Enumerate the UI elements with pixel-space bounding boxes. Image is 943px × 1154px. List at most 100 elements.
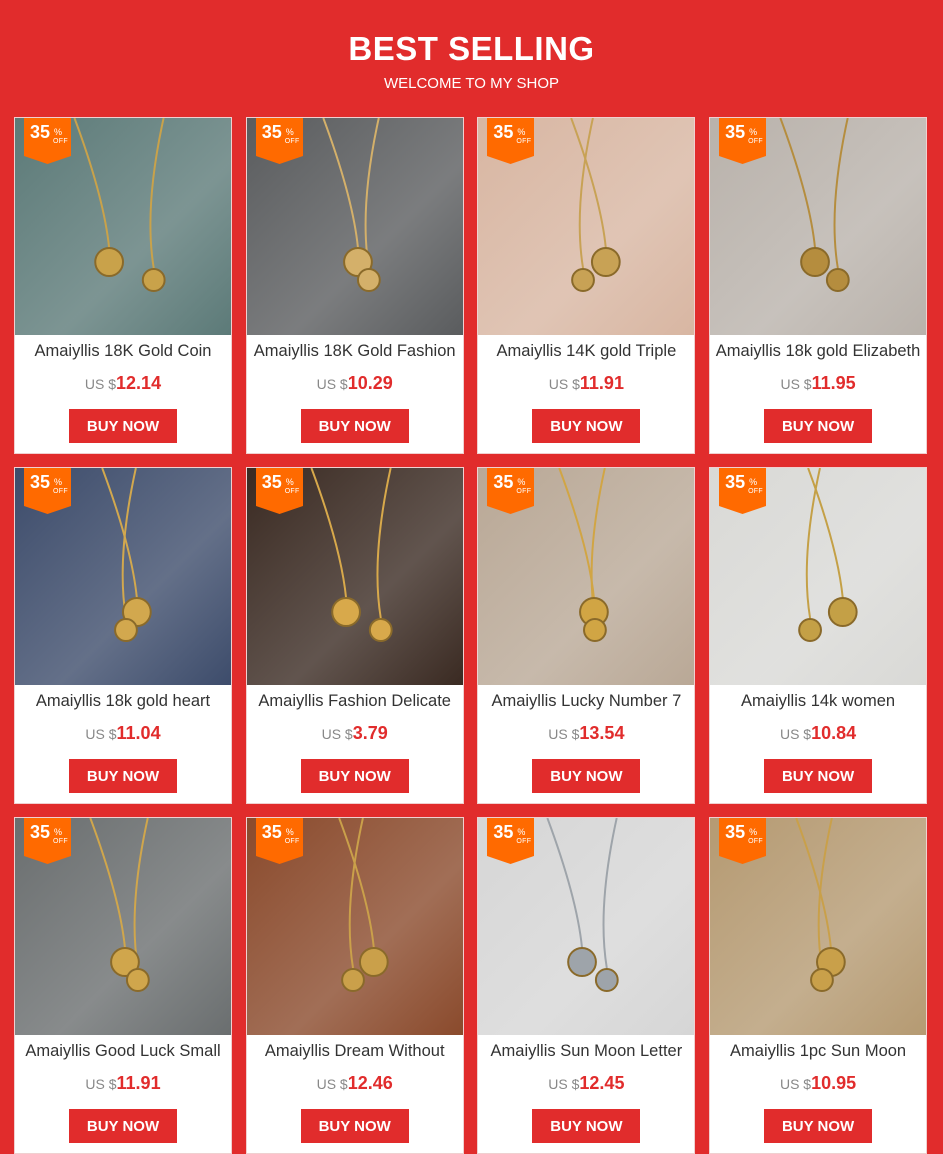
currency-label: US $ xyxy=(85,726,117,742)
product-card[interactable]: 35 % OFF Amaiyllis 1pc Sun Moon US $10.9… xyxy=(709,817,928,1154)
discount-off-label: OFF xyxy=(748,138,763,145)
discount-off-label: OFF xyxy=(284,838,300,845)
discount-percent: 35 xyxy=(493,472,514,492)
product-name[interactable]: Amaiyllis Lucky Number 7 xyxy=(478,690,694,712)
product-image[interactable]: 35 % OFF xyxy=(15,818,231,1035)
discount-percent: 35 xyxy=(493,122,514,142)
product-price: US $12.46 xyxy=(247,1071,463,1095)
product-card[interactable]: 35 % OFF Amaiyllis 14K gold Triple US $1… xyxy=(477,117,696,454)
product-price: US $10.29 xyxy=(247,371,463,395)
discount-percent: 35 xyxy=(30,472,51,492)
product-image[interactable]: 35 % OFF xyxy=(15,468,231,685)
buy-now-button[interactable]: BUY NOW xyxy=(300,409,409,443)
discount-percent: 35 xyxy=(30,822,51,842)
product-card[interactable]: 35 % OFF Amaiyllis Sun Moon Letter US $1… xyxy=(477,817,696,1154)
discount-badge: 35 % OFF xyxy=(255,818,303,864)
currency-label: US $ xyxy=(548,726,580,742)
discount-off-label: OFF xyxy=(284,488,300,495)
product-name[interactable]: Amaiyllis 14K gold Triple xyxy=(478,340,694,362)
buy-now-button[interactable]: BUY NOW xyxy=(532,1109,641,1143)
product-name[interactable]: Amaiyllis 18K Gold Fashion xyxy=(247,340,463,362)
product-price: US $12.14 xyxy=(15,371,231,395)
product-price: US $11.04 xyxy=(15,721,231,745)
discount-badge: 35 % OFF xyxy=(24,468,71,514)
product-name[interactable]: Amaiyllis Sun Moon Letter xyxy=(478,1040,694,1062)
product-price: US $10.95 xyxy=(710,1071,926,1095)
product-card[interactable]: 35 % OFF Amaiyllis 18K Gold Fashion US $… xyxy=(245,117,464,454)
currency-label: US $ xyxy=(316,376,348,392)
product-price: US $11.95 xyxy=(710,371,926,395)
page-title: BEST SELLING xyxy=(348,30,595,67)
product-image[interactable]: 35 % OFF xyxy=(710,818,927,1035)
product-name[interactable]: Amaiyllis 1pc Sun Moon xyxy=(710,1040,926,1062)
buy-now-button[interactable]: BUY NOW xyxy=(532,759,641,793)
percent-symbol: % xyxy=(54,827,63,837)
discount-badge: 35 % OFF xyxy=(24,818,71,864)
price-amount: 11.95 xyxy=(811,373,856,393)
buy-now-button[interactable]: BUY NOW xyxy=(69,409,177,443)
product-card[interactable]: 35 % OFF Amaiyllis Good Luck Small US $1… xyxy=(14,817,232,1154)
buy-now-button[interactable]: BUY NOW xyxy=(764,759,873,793)
percent-symbol: % xyxy=(517,477,526,487)
buy-now-button[interactable]: BUY NOW xyxy=(300,759,409,793)
buy-now-button[interactable]: BUY NOW xyxy=(764,1109,873,1143)
product-price: US $12.45 xyxy=(478,1071,694,1095)
price-amount: 11.91 xyxy=(116,1073,161,1093)
product-card[interactable]: 35 % OFF Amaiyllis 18k gold Elizabeth US… xyxy=(709,117,928,454)
discount-percent: 35 xyxy=(725,122,746,142)
product-image[interactable]: 35 % OFF xyxy=(15,118,231,335)
product-name[interactable]: Amaiyllis 18k gold heart xyxy=(15,690,231,712)
product-card[interactable]: 35 % OFF Amaiyllis 18K Gold Coin US $12.… xyxy=(14,117,232,454)
discount-percent: 35 xyxy=(493,822,514,842)
percent-symbol: % xyxy=(54,477,63,487)
buy-now-button[interactable]: BUY NOW xyxy=(69,1109,177,1143)
buy-now-button[interactable]: BUY NOW xyxy=(532,409,641,443)
currency-label: US $ xyxy=(316,1076,348,1092)
discount-off-label: OFF xyxy=(284,138,300,145)
product-name[interactable]: Amaiyllis 18k gold Elizabeth xyxy=(710,340,926,362)
product-card[interactable]: 35 % OFF Amaiyllis 14k women US $10.84 B… xyxy=(709,467,928,804)
page-subtitle: WELCOME TO MY SHOP xyxy=(383,75,560,92)
buy-now-button[interactable]: BUY NOW xyxy=(69,759,177,793)
discount-off-label: OFF xyxy=(748,838,763,845)
product-image[interactable]: 35 % OFF xyxy=(246,818,463,1035)
discount-badge: 35 % OFF xyxy=(255,118,303,164)
percent-symbol: % xyxy=(517,127,526,137)
discount-percent: 35 xyxy=(725,822,746,842)
discount-off-label: OFF xyxy=(53,488,68,495)
product-image[interactable]: 35 % OFF xyxy=(246,468,463,685)
product-price: US $10.84 xyxy=(710,721,926,745)
currency-label: US $ xyxy=(548,376,580,392)
product-card[interactable]: 35 % OFF Amaiyllis Dream Without US $12.… xyxy=(245,817,464,1154)
currency-label: US $ xyxy=(84,376,117,392)
product-card[interactable]: 35 % OFF Amaiyllis 18k gold heart US $11… xyxy=(14,467,232,804)
price-amount: 10.84 xyxy=(811,723,857,743)
discount-percent: 35 xyxy=(261,472,282,492)
discount-badge: 35 % OFF xyxy=(719,118,767,164)
discount-badge: 35 % OFF xyxy=(255,468,303,514)
product-card[interactable]: 35 % OFF Amaiyllis Lucky Number 7 US $13… xyxy=(477,467,696,804)
product-name[interactable]: Amaiyllis Fashion Delicate xyxy=(247,690,463,712)
product-card[interactable]: 35 % OFF Amaiyllis Fashion Delicate US $… xyxy=(245,467,464,804)
buy-now-button[interactable]: BUY NOW xyxy=(764,409,873,443)
product-name[interactable]: Amaiyllis Dream Without xyxy=(247,1040,463,1062)
product-name[interactable]: Amaiyllis Good Luck Small xyxy=(15,1040,231,1062)
product-image[interactable]: 35 % OFF xyxy=(478,468,695,685)
product-image[interactable]: 35 % OFF xyxy=(478,118,695,335)
percent-symbol: % xyxy=(749,827,758,837)
product-name[interactable]: Amaiyllis 14k women xyxy=(710,690,926,712)
product-image[interactable]: 35 % OFF xyxy=(478,818,695,1035)
product-price: US $3.79 xyxy=(247,721,463,745)
buy-now-button[interactable]: BUY NOW xyxy=(300,1109,409,1143)
discount-off-label: OFF xyxy=(748,488,763,495)
discount-badge: 35 % OFF xyxy=(487,818,535,864)
product-image[interactable]: 35 % OFF xyxy=(710,118,927,335)
price-amount: 12.14 xyxy=(116,373,162,393)
price-amount: 12.46 xyxy=(347,1073,393,1093)
product-image[interactable]: 35 % OFF xyxy=(710,468,927,685)
discount-off-label: OFF xyxy=(516,838,532,845)
price-amount: 10.95 xyxy=(811,1073,857,1093)
product-name[interactable]: Amaiyllis 18K Gold Coin xyxy=(15,340,231,362)
discount-percent: 35 xyxy=(725,472,746,492)
product-image[interactable]: 35 % OFF xyxy=(246,118,463,335)
